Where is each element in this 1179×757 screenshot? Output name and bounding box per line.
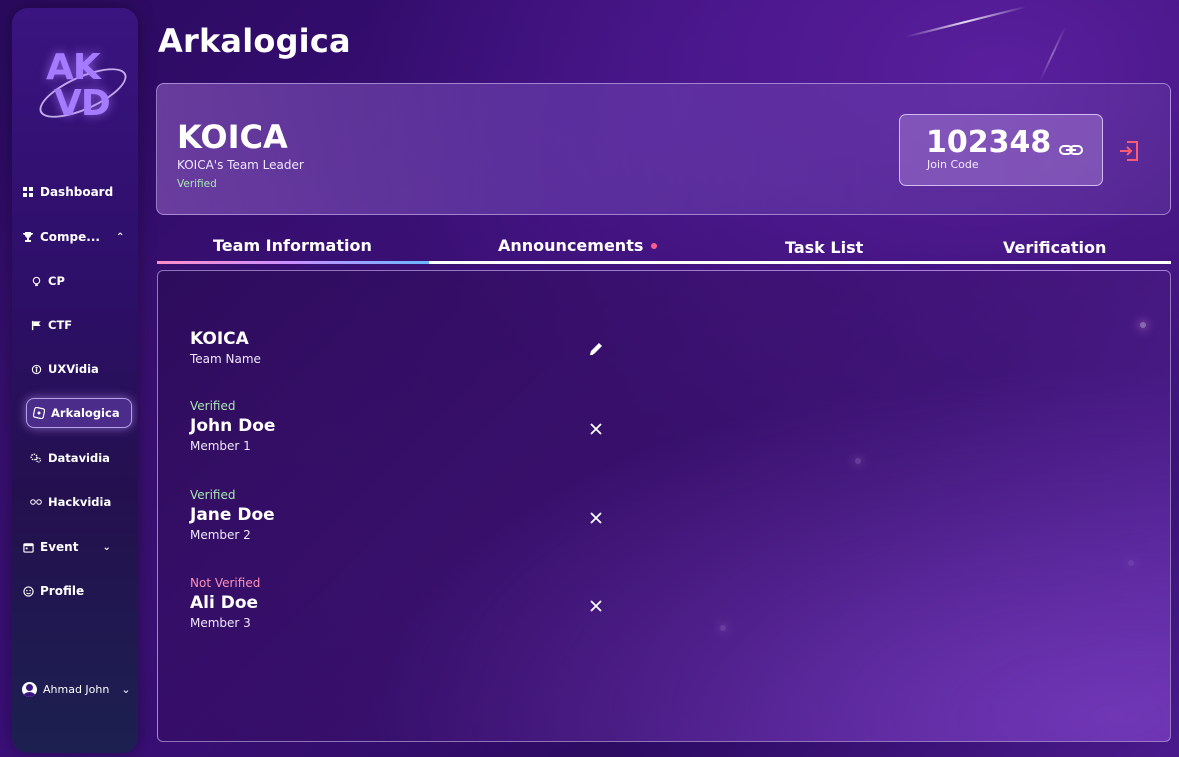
sidebar-item-label: CP (48, 274, 65, 288)
notification-dot (651, 242, 658, 249)
team-name-value: KOICA (190, 329, 249, 349)
tab-label: Team Information (213, 236, 372, 255)
member-row: Not Verified Ali Doe Member 3 (190, 576, 260, 630)
tab-verification[interactable]: Verification (1003, 238, 1106, 257)
member-role: Member 3 (190, 616, 251, 630)
calendar-icon (22, 541, 34, 553)
member-status-badge: Not Verified (190, 576, 261, 590)
tab-label: Announcements (498, 236, 644, 255)
sidebar-item-label: Compe... (40, 230, 100, 244)
smile-icon (22, 585, 34, 597)
bulb-icon (30, 275, 42, 287)
tab-active-indicator (157, 261, 429, 264)
sidebar-item-datavidia[interactable]: Datavidia (30, 447, 110, 469)
sidebar-item-arkalogica[interactable]: Arkalogica (26, 398, 132, 428)
team-status-badge: Verified (177, 178, 217, 190)
decorative-streak (1039, 26, 1067, 82)
leave-team-icon[interactable] (1117, 139, 1141, 163)
sidebar-item-label: CTF (48, 318, 73, 332)
tab-task-list[interactable]: Task List (785, 238, 863, 257)
copy-link-icon[interactable] (1058, 141, 1084, 159)
page-title: Arkalogica (158, 22, 351, 60)
member-name: Jane Doe (190, 505, 275, 525)
member-role: Member 1 (190, 439, 251, 453)
team-card: KOICA KOICA's Team Leader Verified 10234… (156, 83, 1171, 215)
sidebar: AK VD Dashboard Compe... ⌃ CP CTF UXVidi… (12, 8, 138, 753)
trophy-icon (22, 231, 34, 243)
grid-icon (22, 186, 34, 198)
infinity-icon (30, 496, 42, 508)
member-status-badge: Verified (190, 488, 236, 502)
remove-member-icon[interactable] (586, 508, 606, 528)
join-code-value: 102348 (926, 125, 1052, 160)
join-code-label: Join Code (927, 158, 979, 171)
member-row: Verified Jane Doe Member 2 (190, 488, 275, 542)
figure-icon (30, 363, 42, 375)
chevron-down-icon: ⌄ (102, 541, 111, 553)
tab-bar: Team Information Announcements Task List… (157, 236, 1171, 266)
team-role: KOICA's Team Leader (177, 158, 304, 172)
sidebar-item-ctf[interactable]: CTF (30, 314, 72, 336)
sidebar-item-label: Event (40, 540, 79, 554)
team-name-label: Team Name (190, 352, 261, 366)
user-name: Ahmad John (43, 683, 110, 696)
tab-team-information[interactable]: Team Information (213, 236, 372, 255)
sidebar-item-label: Profile (40, 584, 85, 598)
sidebar-item-label: UXVidia (48, 362, 99, 376)
sidebar-item-dashboard[interactable]: Dashboard (22, 181, 113, 203)
sidebar-item-label: Datavidia (48, 451, 110, 465)
app-logo[interactable]: AK VD (33, 46, 133, 136)
sidebar-item-event[interactable]: Event ⌄ (22, 536, 111, 558)
tab-announcements[interactable]: Announcements (498, 236, 658, 255)
gears-icon (30, 452, 42, 464)
member-role: Member 2 (190, 528, 251, 542)
edit-team-name-icon[interactable] (586, 339, 606, 359)
sidebar-item-label: Arkalogica (51, 406, 120, 420)
flag-icon (30, 319, 42, 331)
member-name: Ali Doe (190, 593, 259, 613)
member-status-badge: Verified (190, 399, 236, 413)
join-code-box: 102348 Join Code (899, 114, 1103, 186)
sidebar-item-uxvidia[interactable]: UXVidia (30, 358, 99, 380)
chevron-up-icon: ⌃ (115, 231, 125, 243)
decorative-streak (904, 5, 1027, 38)
user-menu[interactable]: Ahmad John ⌄ (22, 682, 131, 697)
sidebar-item-competitions[interactable]: Compe... ⌃ (22, 226, 124, 248)
puzzle-icon (33, 407, 45, 419)
logo-text-bottom: VD (54, 83, 111, 124)
team-name-heading: KOICA (177, 118, 288, 156)
sidebar-item-label: Hackvidia (48, 495, 112, 509)
tab-label: Task List (785, 238, 864, 257)
remove-member-icon[interactable] (586, 419, 606, 439)
logo-text-top: AK (46, 47, 101, 88)
tab-label: Verification (1003, 238, 1107, 257)
avatar (22, 682, 37, 697)
sidebar-item-label: Dashboard (40, 185, 114, 199)
sidebar-item-hackvidia[interactable]: Hackvidia (30, 491, 111, 513)
chevron-down-icon: ⌄ (121, 683, 131, 696)
sidebar-item-profile[interactable]: Profile (22, 580, 84, 602)
sidebar-item-cp[interactable]: CP (30, 270, 65, 292)
team-name-row: KOICA Team Name (190, 329, 261, 366)
remove-member-icon[interactable] (586, 596, 606, 616)
member-row: Verified John Doe Member 1 (190, 399, 275, 453)
member-name: John Doe (190, 416, 276, 436)
team-information-panel: KOICA Team Name Verified John Doe Member… (157, 270, 1171, 742)
